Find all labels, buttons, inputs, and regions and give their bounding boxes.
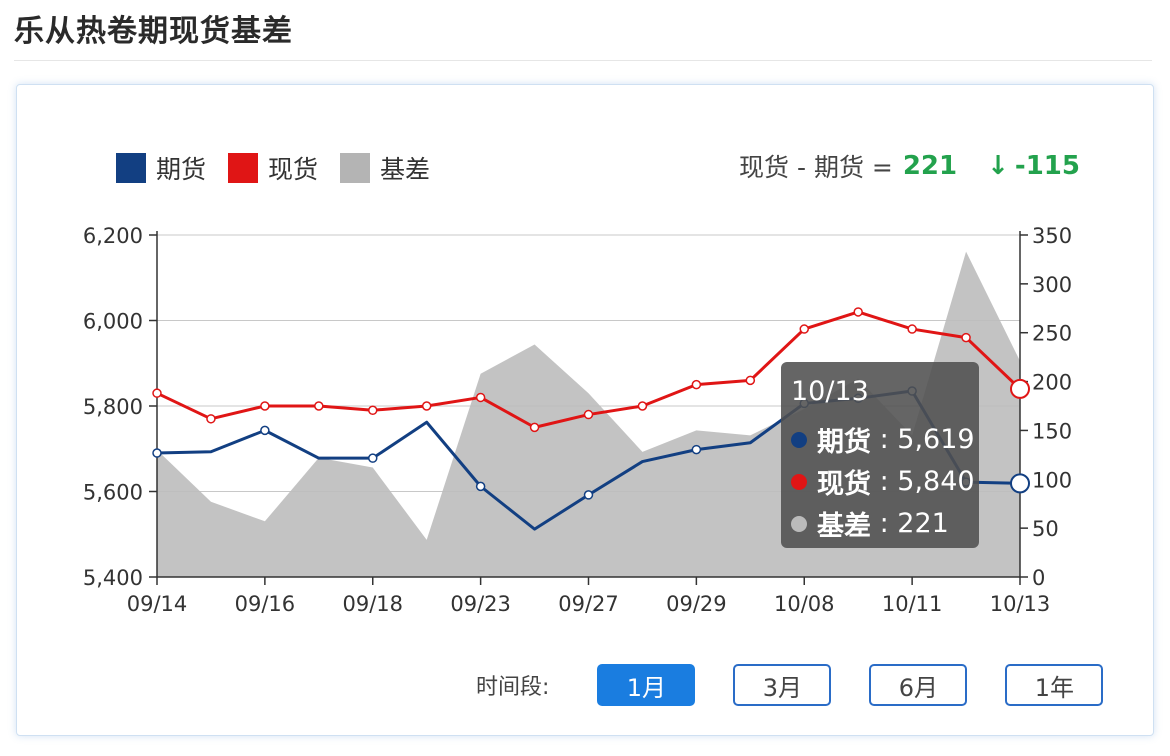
futures-point	[152, 448, 162, 458]
spot-point	[421, 401, 432, 411]
tooltip-row-spot: 现货 : 5,840	[791, 462, 975, 501]
spot-point	[637, 401, 648, 411]
x-tick-label: 09/14	[127, 592, 188, 616]
chart-tooltip: 10/13 期货 : 5,619 现货 : 5,840 基差 : 221	[781, 362, 979, 548]
y-right-tick-label: 50	[1032, 517, 1059, 541]
tooltip-dot-futures	[791, 431, 807, 448]
tooltip-dot-basis	[791, 515, 807, 532]
x-tick-label: 09/29	[666, 592, 727, 616]
tooltip-row-futures: 期货 : 5,619	[791, 420, 975, 459]
basis-chart: 5,400 5,600 5,800 6,000 6,200 0 50 100 150 200 250…	[83, 224, 1072, 616]
spot-point	[853, 307, 863, 317]
x-tick-label: 10/13	[990, 592, 1051, 616]
spot-point	[745, 375, 756, 386]
y-right-tick-label: 300	[1032, 273, 1072, 297]
y-right-tick-label: 100	[1032, 468, 1072, 492]
spot-point	[314, 401, 324, 411]
period-selector: 时间段: 1月 3月 6月 1年	[476, 664, 1141, 706]
futures-point	[475, 481, 486, 492]
spot-point	[583, 409, 594, 420]
y-right-tick-label: 200	[1032, 371, 1072, 395]
tooltip-value-futures: 5,619	[897, 424, 975, 455]
futures-point	[368, 453, 378, 463]
x-tick-label: 10/11	[882, 592, 943, 616]
tooltip-date: 10/13	[791, 376, 869, 407]
spot-point	[907, 324, 917, 334]
y-right-tick-label: 150	[1032, 419, 1072, 443]
y-right-tick-label: 250	[1032, 322, 1072, 346]
y-right-tick-label: 350	[1032, 224, 1072, 248]
x-tick-label: 09/27	[558, 592, 619, 616]
spot-point	[691, 379, 702, 390]
futures-point	[691, 444, 702, 455]
spot-point	[206, 414, 216, 424]
tooltip-name-spot: 现货	[817, 469, 871, 500]
spot-point-highlight	[1010, 378, 1030, 399]
spot-point	[475, 392, 486, 403]
period-button-1m[interactable]: 1月	[597, 664, 696, 706]
spot-point	[529, 422, 540, 433]
period-label: 时间段:	[476, 675, 550, 700]
spot-point	[368, 405, 378, 416]
spot-point	[799, 324, 809, 334]
tooltip-dot-spot	[791, 473, 807, 490]
y-left-tick-label: 5,600	[83, 481, 143, 505]
spot-point	[260, 401, 270, 411]
period-button-6m[interactable]: 6月	[869, 664, 968, 706]
period-button-1y[interactable]: 1年	[1005, 664, 1104, 706]
tooltip-name-futures: 期货	[817, 427, 871, 458]
x-tick-label: 09/18	[342, 592, 403, 616]
period-button-3m[interactable]: 3月	[733, 664, 832, 706]
tooltip-value-basis: 221	[897, 508, 949, 539]
y-left-tick-label: 5,800	[83, 395, 143, 419]
tooltip-name-basis: 基差	[817, 511, 871, 542]
y-left-tick-label: 6,000	[83, 310, 143, 334]
y-left-tick-label: 6,200	[83, 224, 143, 248]
tooltip-row-basis: 基差 : 221	[791, 504, 949, 543]
futures-point-highlight	[1010, 473, 1030, 494]
x-tick-label: 09/23	[450, 592, 511, 616]
tooltip-value-spot: 5,840	[897, 466, 975, 497]
futures-point	[583, 490, 594, 500]
spot-point	[961, 332, 971, 343]
y-right-tick-label: 0	[1032, 566, 1045, 590]
y-left-tick-label: 5,400	[83, 566, 143, 590]
futures-point	[260, 425, 270, 436]
x-tick-label: 09/16	[235, 592, 296, 616]
x-tick-label: 10/08	[774, 592, 835, 616]
spot-point	[152, 388, 162, 398]
